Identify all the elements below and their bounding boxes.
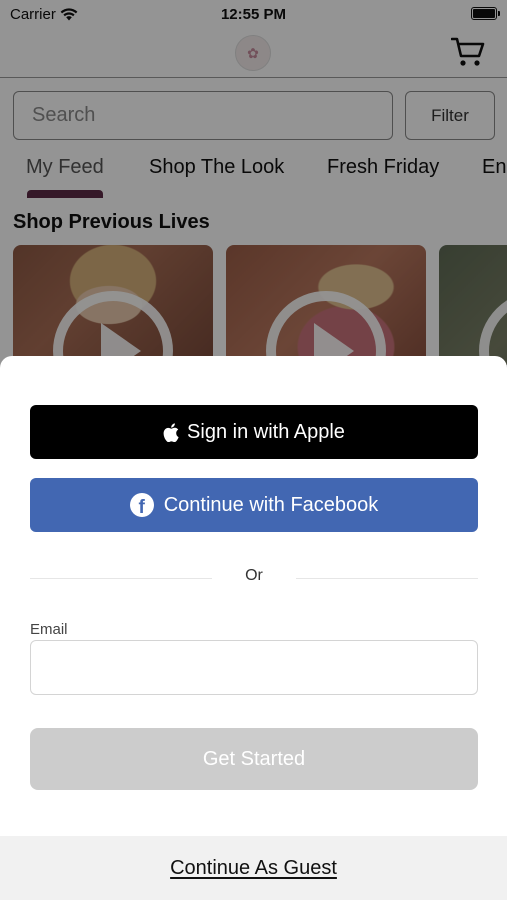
or-divider: Or [30,567,478,589]
login-sheet: Sign in with Apple f Continue with Faceb… [0,356,507,900]
apple-icon [163,422,179,442]
facebook-icon: f [129,493,154,517]
get-started-button[interactable]: Get Started [30,728,478,790]
email-input[interactable] [31,641,477,694]
email-field [30,640,478,695]
continue-with-facebook-button[interactable]: f Continue with Facebook [30,478,478,532]
divider-line [296,578,478,579]
apple-button-label: Sign in with Apple [187,420,345,443]
email-label: Email [30,621,68,638]
sign-in-with-apple-button[interactable]: Sign in with Apple [30,405,478,459]
guest-bar: Continue As Guest [0,836,507,900]
facebook-button-label: Continue with Facebook [163,493,379,516]
continue-as-guest-link[interactable]: Continue As Guest [170,857,337,880]
or-label: Or [245,567,263,584]
